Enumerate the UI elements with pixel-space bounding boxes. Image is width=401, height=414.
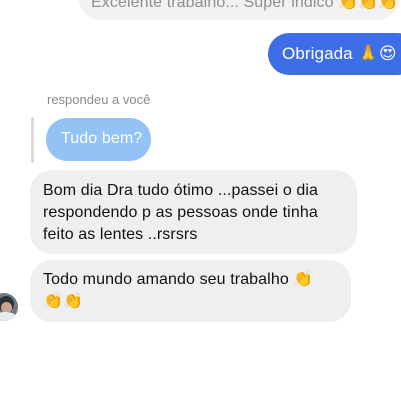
avatar-shoulders-shape [0,312,18,321]
previous-message-bubble[interactable]: Excelente trabalho... Super indico 👏👏👏 [78,0,400,20]
received-message-bubble[interactable]: Bom dia Dra tudo ótimo ...passei o dia r… [30,170,357,254]
reply-context-label: respondeu a você [47,92,151,107]
chat-thread: Excelente trabalho... Super indico 👏👏👏 O… [0,0,401,414]
received-message-bubble[interactable]: Todo mundo amando seu trabalho 👏 👏👏 [30,260,351,322]
reply-indicator-bar [31,117,34,163]
sent-message-bubble[interactable]: Obrigada 🙏😍 [268,33,401,75]
sender-avatar[interactable] [0,293,18,321]
quoted-message-bubble[interactable]: Tudo bem? [46,118,151,161]
